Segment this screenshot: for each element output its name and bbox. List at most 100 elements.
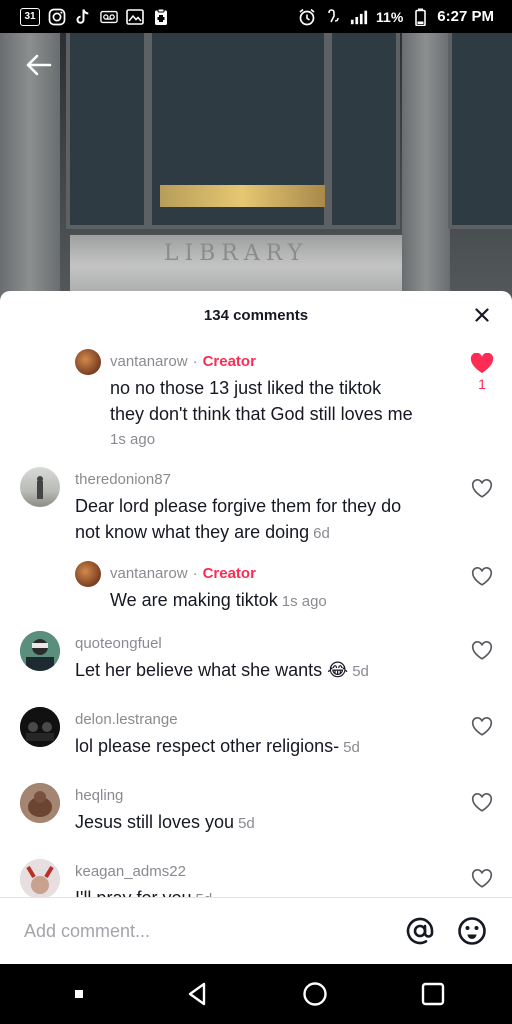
heart-outline-icon (471, 567, 493, 586)
creator-badge: Creator (202, 353, 256, 370)
emoji-icon (458, 917, 486, 945)
comment-time: 5d (352, 663, 369, 680)
like-button[interactable] (470, 567, 494, 587)
like-button[interactable] (470, 717, 494, 737)
comment-username[interactable]: delon.lestrange (75, 711, 178, 728)
comment-input-bar (0, 897, 512, 964)
comment-reply: vantanarow · Creator no no those 13 just l… (0, 347, 512, 457)
square-recents-icon (421, 982, 445, 1006)
heart-outline-icon (471, 641, 493, 660)
heart-outline-icon (471, 793, 493, 812)
instagram-icon (48, 8, 66, 26)
comment-time: 5d (238, 815, 255, 832)
nav-back-button[interactable] (177, 974, 217, 1014)
comment-time: 1s ago (281, 593, 327, 610)
creator-badge: Creator (202, 565, 256, 582)
comment-text-line: Dear lord please forgive them for they d… (75, 496, 402, 516)
emoji-button[interactable] (456, 915, 488, 947)
status-bar: 31 11% 6:27 PM (0, 0, 512, 33)
tiktok-icon (74, 8, 92, 26)
voicemail-icon (100, 8, 118, 26)
triangle-back-icon (188, 982, 206, 1006)
like-button[interactable] (470, 641, 494, 661)
comments-sheet: 134 comments vantanarow · Creator no no th… (0, 291, 512, 964)
separator-dot: · (192, 353, 198, 370)
comment-username-row: vantanarow · Creator (110, 353, 256, 370)
status-left-icons: 31 (20, 7, 170, 26)
calendar-icon: 31 (20, 7, 40, 26)
comment-text-line: Let her believe what she wants (75, 660, 323, 680)
building-window (328, 33, 400, 229)
heart-outline-icon (471, 717, 493, 736)
battery-icon (411, 8, 429, 26)
like-button[interactable]: 1 (470, 353, 494, 392)
avatar[interactable] (75, 349, 101, 375)
comment-text: lol please respect other religions- 5d (75, 733, 360, 761)
comment-text: Dear lord please forgive them for they d… (75, 493, 475, 547)
building-window (66, 33, 148, 229)
comment: theredonion87 Dear lord please forgive t… (0, 465, 512, 555)
close-button[interactable] (472, 305, 492, 325)
image-icon (126, 8, 144, 26)
battery-percent: 11% (376, 8, 404, 25)
comment-text-line: lol please respect other religions- (75, 736, 340, 756)
recent-apps-dot-button[interactable] (59, 974, 99, 1014)
comment-username-row: vantanarow · Creator (110, 565, 256, 582)
avatar[interactable] (20, 631, 60, 671)
building-pillar (402, 33, 450, 303)
circle-home-icon (303, 982, 327, 1006)
comment-text: Jesus still loves you 5d (75, 809, 255, 837)
comment-username[interactable]: keagan_adms22 (75, 863, 186, 880)
comment: delon.lestrange lol please respect other… (0, 707, 512, 771)
back-button[interactable] (22, 50, 56, 80)
status-right-icons: 11% 6:27 PM (298, 8, 494, 26)
comment-username[interactable]: quoteongfuel (75, 635, 162, 652)
avatar[interactable] (20, 467, 60, 507)
like-button[interactable] (470, 479, 494, 499)
comment: keagan_adms22 I'll pray for you5d (0, 859, 512, 908)
library-sign-text: LIBRARY (163, 241, 309, 266)
avatar[interactable] (75, 561, 101, 587)
comments-count-title: 134 comments (203, 306, 309, 324)
nav-home-button[interactable] (295, 974, 335, 1014)
building-window (448, 33, 512, 229)
comment-text-line: Jesus still loves you (75, 812, 235, 832)
comment: heqling Jesus still loves you 5d (0, 783, 512, 847)
close-icon (475, 308, 489, 322)
avatar[interactable] (20, 707, 60, 747)
like-button[interactable] (470, 793, 494, 813)
avatar[interactable] (20, 783, 60, 823)
separator-dot: · (192, 565, 198, 582)
comments-header: 134 comments (0, 291, 512, 337)
wifi-call-icon (324, 8, 342, 26)
comment-input[interactable] (24, 920, 384, 942)
comment-username[interactable]: heqling (75, 787, 123, 804)
comment-time: 6d (313, 525, 330, 542)
heart-outline-icon (471, 479, 493, 498)
comment-username[interactable]: vantanarow (110, 353, 188, 370)
comment-username[interactable]: theredonion87 (75, 471, 171, 488)
comment: quoteongfuel Let her believe what she wa… (0, 631, 512, 695)
laughing-emoji: 😂 (327, 660, 349, 680)
comment-text-line: We are making tiktok (110, 590, 278, 610)
comment-username[interactable]: vantanarow (110, 565, 188, 582)
nav-recents-button[interactable] (413, 974, 453, 1014)
system-nav-bar (0, 964, 512, 1024)
avatar[interactable] (20, 859, 60, 899)
comment-time: 1s ago (110, 431, 156, 448)
comment-text: We are making tiktok 1s ago (110, 587, 327, 615)
like-count: 1 (478, 376, 486, 392)
comment-text-line: not know what they are doing (75, 522, 310, 542)
dot-icon (75, 990, 83, 998)
heart-filled-icon (470, 353, 494, 373)
mention-button[interactable] (404, 915, 436, 947)
window-light (160, 185, 325, 207)
like-button[interactable] (470, 869, 494, 889)
comment-text: Let her believe what she wants 😂 5d (75, 657, 369, 685)
heart-outline-icon (471, 869, 493, 888)
clipboard-icon (152, 8, 170, 26)
library-sign: LIBRARY (70, 235, 402, 297)
video-preview[interactable]: LIBRARY (0, 33, 512, 303)
signal-icon (350, 8, 368, 26)
status-time: 6:27 PM (437, 8, 494, 25)
